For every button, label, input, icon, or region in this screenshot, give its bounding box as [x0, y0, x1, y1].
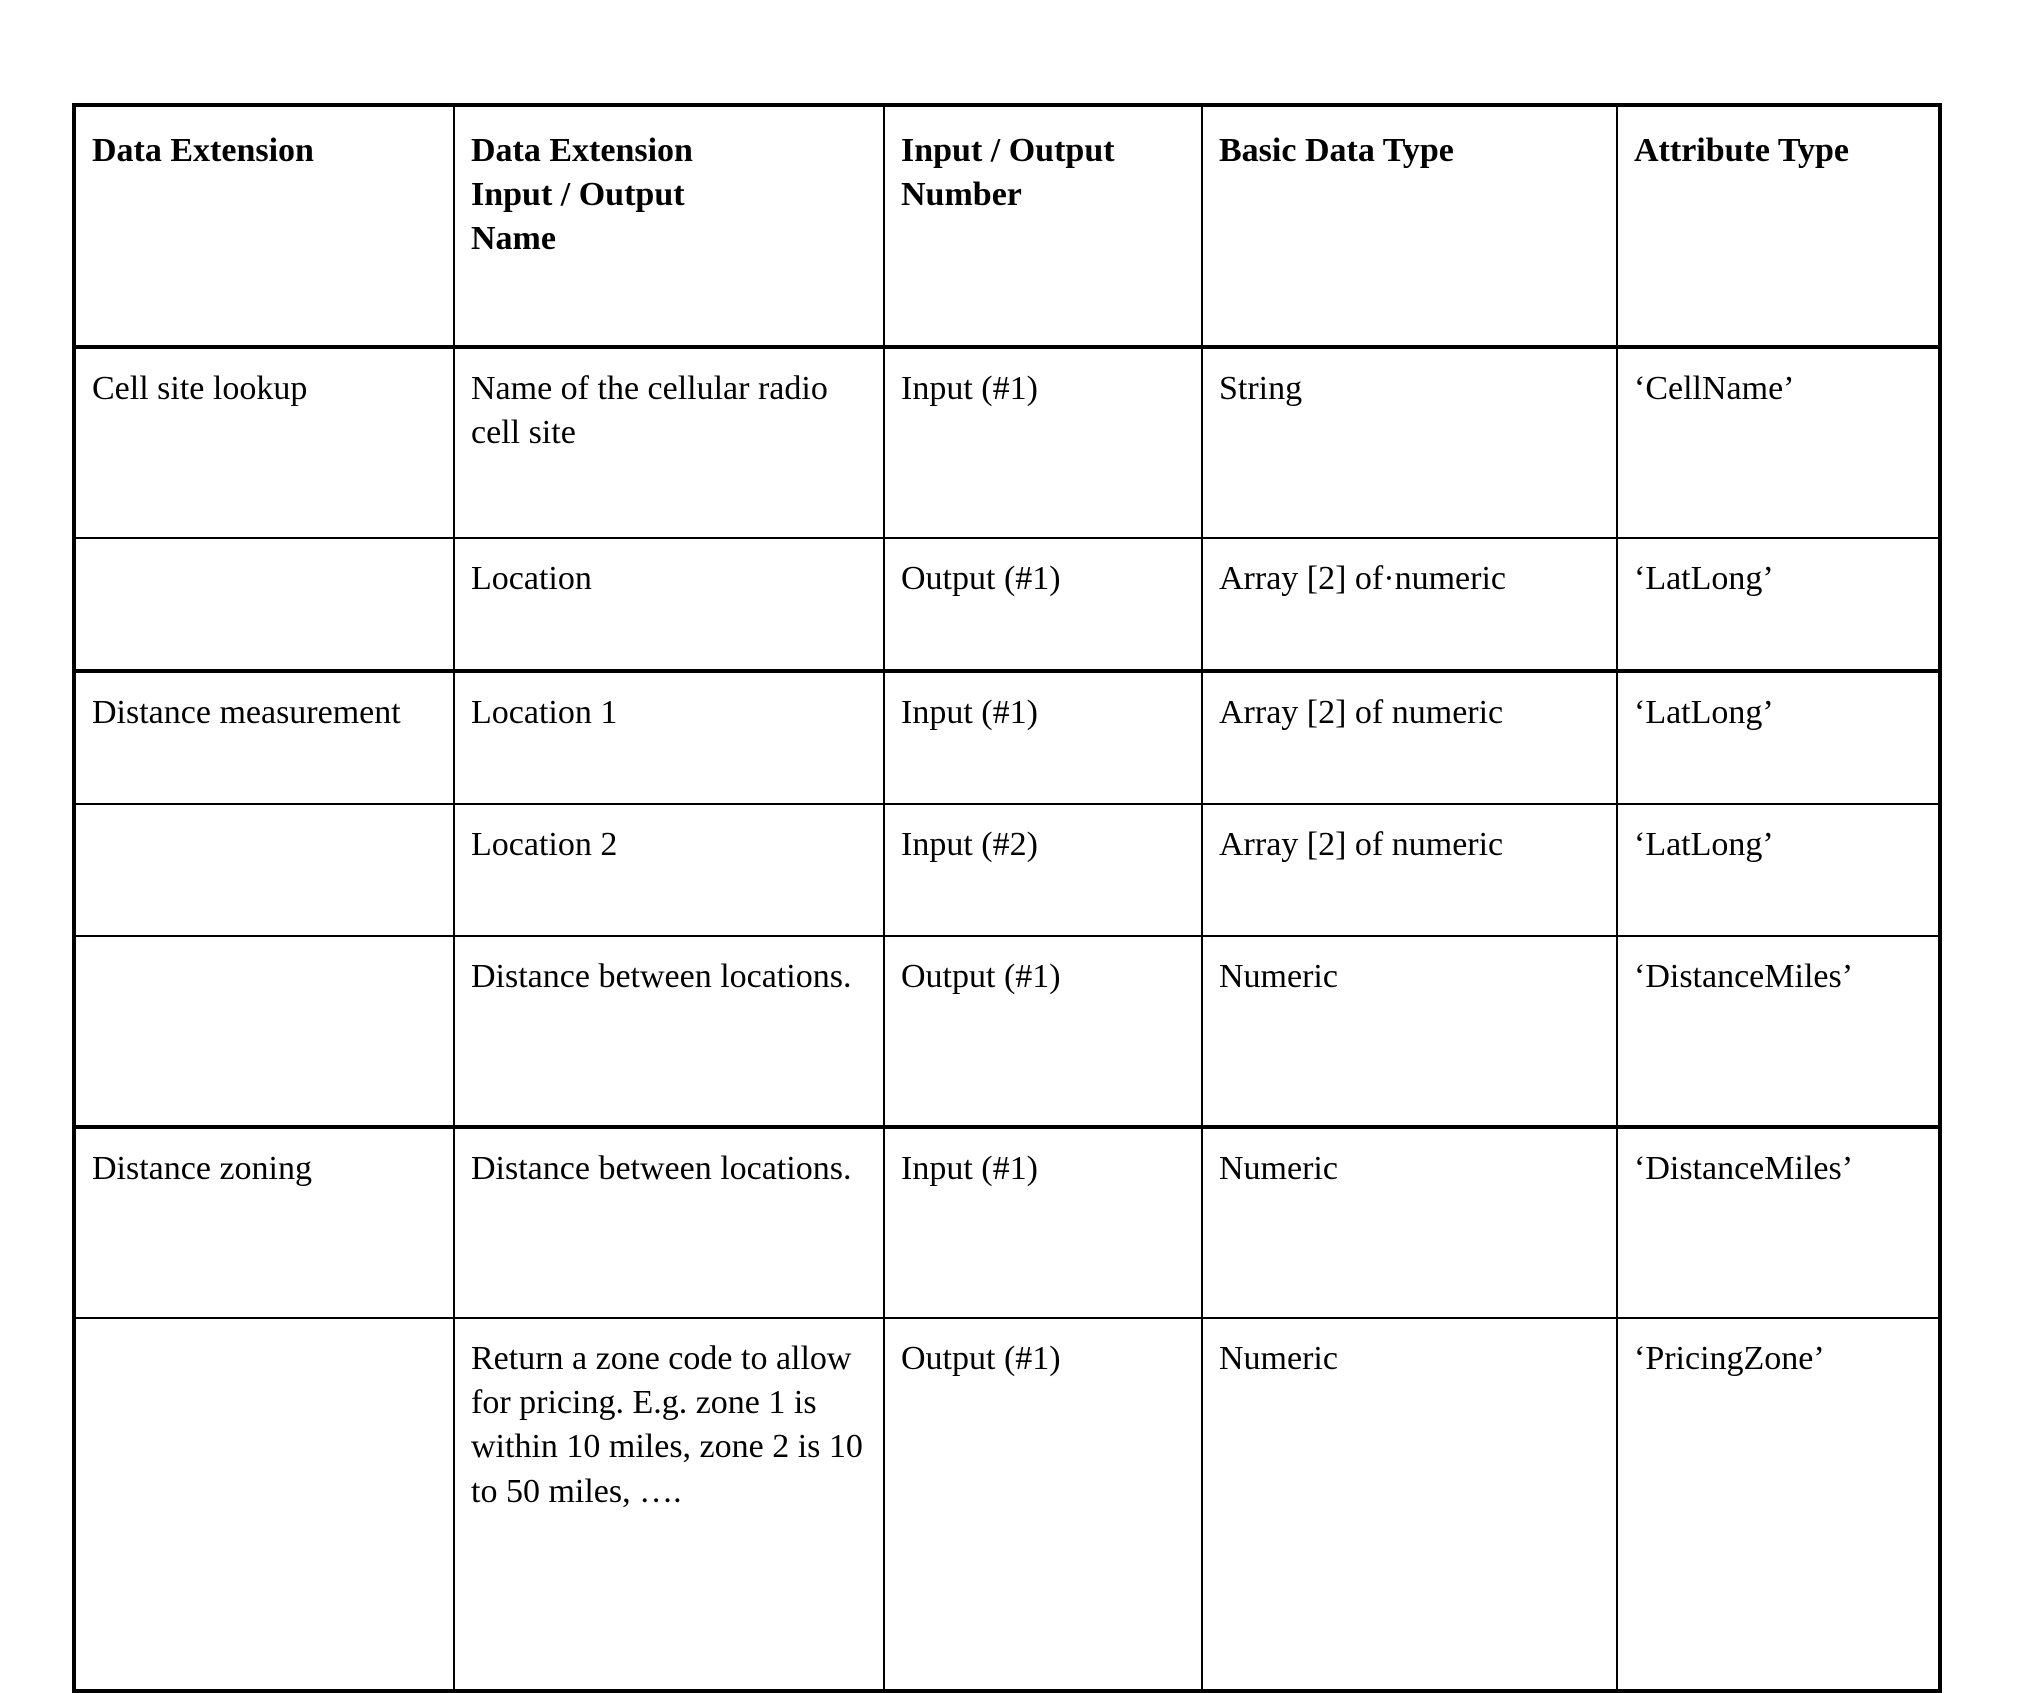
cell-data-extension: Cell site lookup — [73, 345, 455, 539]
cell-data-extension — [73, 803, 455, 937]
cell-basic-data-type: Array [2] of numeric — [1201, 669, 1618, 805]
cell-basic-data-type: Numeric — [1201, 1317, 1618, 1692]
cell-io-number: Output (#1) — [883, 935, 1203, 1128]
cell-io-number: Input (#2) — [883, 803, 1203, 937]
cell-basic-data-type: Numeric — [1201, 935, 1618, 1128]
cell-attribute-type: ‘LatLong’ — [1616, 669, 1941, 805]
cell-data-extension — [73, 1317, 455, 1692]
cell-io-name: Location 2 — [453, 803, 885, 937]
table-row: Distance measurement Location 1 Input (#… — [73, 669, 1941, 805]
table-row: Distance zoning Distance between locatio… — [73, 1125, 1941, 1319]
cell-attribute-type: ‘PricingZone’ — [1616, 1317, 1941, 1692]
cell-io-name: Distance between locations. — [453, 935, 885, 1128]
document-page: Data Extension Data Extension Input / Ou… — [0, 0, 2028, 1693]
column-header-io-name-line3: Name — [471, 220, 556, 258]
cell-io-name: Location 1 — [453, 669, 885, 805]
cell-io-name: Return a zone code to allow for pricing.… — [453, 1317, 885, 1692]
cell-io-number: Input (#1) — [883, 1125, 1203, 1319]
table-row: Cell site lookup Name of the cellular ra… — [73, 345, 1941, 539]
cell-io-number: Input (#1) — [883, 345, 1203, 539]
column-header-basic-data-type: Basic Data Type — [1201, 104, 1618, 348]
cell-attribute-type: ‘LatLong’ — [1616, 537, 1941, 672]
table-row: Location 2 Input (#2) Array [2] of numer… — [73, 803, 1941, 937]
cell-basic-data-type: Array [2] of·numeric — [1201, 537, 1618, 672]
cell-basic-data-type: Numeric — [1201, 1125, 1618, 1319]
table-row: Location Output (#1) Array [2] of·numeri… — [73, 537, 1941, 672]
table-row: Return a zone code to allow for pricing.… — [73, 1317, 1941, 1692]
column-header-io-name: Data Extension Input / Output Name — [453, 104, 885, 348]
column-header-io-number: Input / Output Number — [883, 104, 1203, 348]
column-header-io-number-line1: Input / Output — [901, 132, 1115, 169]
cell-data-extension — [73, 935, 455, 1128]
cell-io-number: Output (#1) — [883, 537, 1203, 672]
cell-basic-data-type: Array [2] of numeric — [1201, 803, 1618, 937]
cell-io-number: Input (#1) — [883, 669, 1203, 805]
column-header-io-number-line2: Number — [901, 176, 1022, 214]
cell-attribute-type: ‘DistanceMiles’ — [1616, 1125, 1941, 1319]
column-header-io-name-line2: Input / Output — [471, 176, 685, 214]
cell-io-name: Name of the cellular radio cell site — [453, 345, 885, 539]
spec-table-container: Data Extension Data Extension Input / Ou… — [72, 103, 1942, 1693]
table-row: Distance between locations. Output (#1) … — [73, 935, 1941, 1128]
cell-attribute-type: ‘LatLong’ — [1616, 803, 1941, 937]
data-extension-spec-table: Data Extension Data Extension Input / Ou… — [72, 103, 1942, 1693]
table-body: Cell site lookup Name of the cellular ra… — [73, 345, 1941, 1692]
cell-data-extension — [73, 537, 455, 672]
cell-data-extension: Distance zoning — [73, 1125, 455, 1319]
column-header-io-name-line1: Data Extension — [471, 132, 693, 169]
table-header-row: Data Extension Data Extension Input / Ou… — [73, 104, 1941, 348]
cell-io-name: Distance between locations. — [453, 1125, 885, 1319]
cell-io-number: Output (#1) — [883, 1317, 1203, 1692]
column-header-attribute-type: Attribute Type — [1616, 104, 1941, 348]
column-header-data-extension: Data Extension — [73, 104, 455, 348]
cell-io-name: Location — [453, 537, 885, 672]
cell-data-extension: Distance measurement — [73, 669, 455, 805]
table-header: Data Extension Data Extension Input / Ou… — [73, 104, 1941, 348]
cell-basic-data-type: String — [1201, 345, 1618, 539]
cell-attribute-type: ‘CellName’ — [1616, 345, 1941, 539]
cell-attribute-type: ‘DistanceMiles’ — [1616, 935, 1941, 1128]
